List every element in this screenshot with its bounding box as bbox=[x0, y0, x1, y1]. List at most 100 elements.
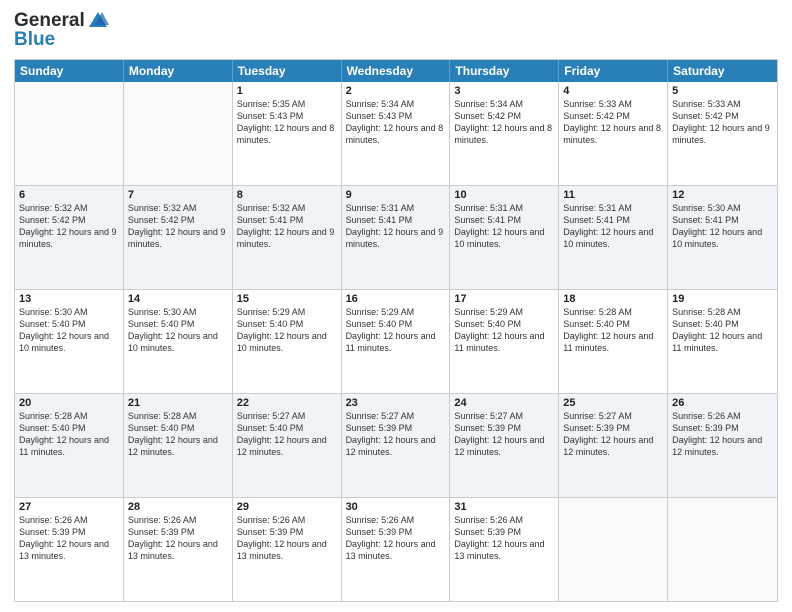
day-info: Sunrise: 5:26 AM Sunset: 5:39 PM Dayligh… bbox=[346, 514, 446, 563]
day-number: 25 bbox=[563, 397, 663, 409]
week-row-4: 20Sunrise: 5:28 AM Sunset: 5:40 PM Dayli… bbox=[15, 394, 777, 498]
day-cell-16: 16Sunrise: 5:29 AM Sunset: 5:40 PM Dayli… bbox=[342, 290, 451, 393]
header-day-monday: Monday bbox=[124, 60, 233, 82]
day-cell-5: 5Sunrise: 5:33 AM Sunset: 5:42 PM Daylig… bbox=[668, 82, 777, 185]
day-cell-28: 28Sunrise: 5:26 AM Sunset: 5:39 PM Dayli… bbox=[124, 498, 233, 601]
day-info: Sunrise: 5:29 AM Sunset: 5:40 PM Dayligh… bbox=[454, 306, 554, 355]
day-cell-26: 26Sunrise: 5:26 AM Sunset: 5:39 PM Dayli… bbox=[668, 394, 777, 497]
day-cell-22: 22Sunrise: 5:27 AM Sunset: 5:40 PM Dayli… bbox=[233, 394, 342, 497]
day-cell-9: 9Sunrise: 5:31 AM Sunset: 5:41 PM Daylig… bbox=[342, 186, 451, 289]
day-number: 31 bbox=[454, 501, 554, 513]
day-info: Sunrise: 5:29 AM Sunset: 5:40 PM Dayligh… bbox=[346, 306, 446, 355]
day-info: Sunrise: 5:35 AM Sunset: 5:43 PM Dayligh… bbox=[237, 98, 337, 147]
day-number: 4 bbox=[563, 85, 663, 97]
week-row-5: 27Sunrise: 5:26 AM Sunset: 5:39 PM Dayli… bbox=[15, 498, 777, 601]
header-day-saturday: Saturday bbox=[668, 60, 777, 82]
day-info: Sunrise: 5:31 AM Sunset: 5:41 PM Dayligh… bbox=[454, 202, 554, 251]
day-info: Sunrise: 5:34 AM Sunset: 5:43 PM Dayligh… bbox=[346, 98, 446, 147]
day-info: Sunrise: 5:26 AM Sunset: 5:39 PM Dayligh… bbox=[128, 514, 228, 563]
day-number: 19 bbox=[672, 293, 773, 305]
day-cell-17: 17Sunrise: 5:29 AM Sunset: 5:40 PM Dayli… bbox=[450, 290, 559, 393]
day-number: 14 bbox=[128, 293, 228, 305]
day-cell-18: 18Sunrise: 5:28 AM Sunset: 5:40 PM Dayli… bbox=[559, 290, 668, 393]
day-cell-29: 29Sunrise: 5:26 AM Sunset: 5:39 PM Dayli… bbox=[233, 498, 342, 601]
day-cell-10: 10Sunrise: 5:31 AM Sunset: 5:41 PM Dayli… bbox=[450, 186, 559, 289]
day-cell-14: 14Sunrise: 5:30 AM Sunset: 5:40 PM Dayli… bbox=[124, 290, 233, 393]
logo: General Blue bbox=[14, 10, 109, 51]
day-number: 20 bbox=[19, 397, 119, 409]
day-info: Sunrise: 5:26 AM Sunset: 5:39 PM Dayligh… bbox=[19, 514, 119, 563]
header-day-wednesday: Wednesday bbox=[342, 60, 451, 82]
day-number: 11 bbox=[563, 189, 663, 201]
day-cell-25: 25Sunrise: 5:27 AM Sunset: 5:39 PM Dayli… bbox=[559, 394, 668, 497]
day-cell-30: 30Sunrise: 5:26 AM Sunset: 5:39 PM Dayli… bbox=[342, 498, 451, 601]
day-number: 17 bbox=[454, 293, 554, 305]
day-number: 29 bbox=[237, 501, 337, 513]
day-cell-20: 20Sunrise: 5:28 AM Sunset: 5:40 PM Dayli… bbox=[15, 394, 124, 497]
empty-cell bbox=[15, 82, 124, 185]
day-info: Sunrise: 5:33 AM Sunset: 5:42 PM Dayligh… bbox=[672, 98, 773, 147]
day-info: Sunrise: 5:30 AM Sunset: 5:40 PM Dayligh… bbox=[128, 306, 228, 355]
day-number: 26 bbox=[672, 397, 773, 409]
day-info: Sunrise: 5:27 AM Sunset: 5:40 PM Dayligh… bbox=[237, 410, 337, 459]
day-info: Sunrise: 5:28 AM Sunset: 5:40 PM Dayligh… bbox=[563, 306, 663, 355]
day-cell-2: 2Sunrise: 5:34 AM Sunset: 5:43 PM Daylig… bbox=[342, 82, 451, 185]
day-info: Sunrise: 5:28 AM Sunset: 5:40 PM Dayligh… bbox=[128, 410, 228, 459]
logo-icon bbox=[87, 9, 109, 31]
day-number: 5 bbox=[672, 85, 773, 97]
day-cell-19: 19Sunrise: 5:28 AM Sunset: 5:40 PM Dayli… bbox=[668, 290, 777, 393]
day-number: 8 bbox=[237, 189, 337, 201]
day-info: Sunrise: 5:28 AM Sunset: 5:40 PM Dayligh… bbox=[19, 410, 119, 459]
day-info: Sunrise: 5:33 AM Sunset: 5:42 PM Dayligh… bbox=[563, 98, 663, 147]
day-number: 9 bbox=[346, 189, 446, 201]
day-cell-21: 21Sunrise: 5:28 AM Sunset: 5:40 PM Dayli… bbox=[124, 394, 233, 497]
day-cell-6: 6Sunrise: 5:32 AM Sunset: 5:42 PM Daylig… bbox=[15, 186, 124, 289]
day-number: 3 bbox=[454, 85, 554, 97]
day-cell-8: 8Sunrise: 5:32 AM Sunset: 5:41 PM Daylig… bbox=[233, 186, 342, 289]
calendar: SundayMondayTuesdayWednesdayThursdayFrid… bbox=[14, 59, 778, 602]
day-number: 16 bbox=[346, 293, 446, 305]
day-cell-27: 27Sunrise: 5:26 AM Sunset: 5:39 PM Dayli… bbox=[15, 498, 124, 601]
day-info: Sunrise: 5:27 AM Sunset: 5:39 PM Dayligh… bbox=[346, 410, 446, 459]
header-day-thursday: Thursday bbox=[450, 60, 559, 82]
day-number: 30 bbox=[346, 501, 446, 513]
header-day-friday: Friday bbox=[559, 60, 668, 82]
empty-cell bbox=[559, 498, 668, 601]
day-cell-13: 13Sunrise: 5:30 AM Sunset: 5:40 PM Dayli… bbox=[15, 290, 124, 393]
day-number: 12 bbox=[672, 189, 773, 201]
day-cell-31: 31Sunrise: 5:26 AM Sunset: 5:39 PM Dayli… bbox=[450, 498, 559, 601]
day-info: Sunrise: 5:27 AM Sunset: 5:39 PM Dayligh… bbox=[454, 410, 554, 459]
day-cell-23: 23Sunrise: 5:27 AM Sunset: 5:39 PM Dayli… bbox=[342, 394, 451, 497]
day-info: Sunrise: 5:28 AM Sunset: 5:40 PM Dayligh… bbox=[672, 306, 773, 355]
day-info: Sunrise: 5:30 AM Sunset: 5:41 PM Dayligh… bbox=[672, 202, 773, 251]
empty-cell bbox=[124, 82, 233, 185]
logo-blue: Blue bbox=[14, 29, 109, 51]
day-cell-24: 24Sunrise: 5:27 AM Sunset: 5:39 PM Dayli… bbox=[450, 394, 559, 497]
day-cell-7: 7Sunrise: 5:32 AM Sunset: 5:42 PM Daylig… bbox=[124, 186, 233, 289]
day-number: 21 bbox=[128, 397, 228, 409]
day-number: 10 bbox=[454, 189, 554, 201]
day-number: 15 bbox=[237, 293, 337, 305]
day-number: 7 bbox=[128, 189, 228, 201]
week-row-1: 1Sunrise: 5:35 AM Sunset: 5:43 PM Daylig… bbox=[15, 82, 777, 186]
calendar-header: SundayMondayTuesdayWednesdayThursdayFrid… bbox=[15, 60, 777, 82]
day-cell-1: 1Sunrise: 5:35 AM Sunset: 5:43 PM Daylig… bbox=[233, 82, 342, 185]
day-number: 2 bbox=[346, 85, 446, 97]
day-number: 6 bbox=[19, 189, 119, 201]
day-number: 1 bbox=[237, 85, 337, 97]
day-number: 23 bbox=[346, 397, 446, 409]
day-number: 22 bbox=[237, 397, 337, 409]
day-info: Sunrise: 5:34 AM Sunset: 5:42 PM Dayligh… bbox=[454, 98, 554, 147]
day-number: 18 bbox=[563, 293, 663, 305]
day-info: Sunrise: 5:31 AM Sunset: 5:41 PM Dayligh… bbox=[563, 202, 663, 251]
day-info: Sunrise: 5:29 AM Sunset: 5:40 PM Dayligh… bbox=[237, 306, 337, 355]
day-number: 28 bbox=[128, 501, 228, 513]
day-info: Sunrise: 5:32 AM Sunset: 5:42 PM Dayligh… bbox=[128, 202, 228, 251]
week-row-3: 13 Sunrise: 5:30 AM Sunset: 5:40 PM Dayli… bbox=[15, 290, 777, 394]
day-info: Sunrise: 5:31 AM Sunset: 5:41 PM Dayligh… bbox=[346, 202, 446, 251]
day-info: Sunrise: 5:27 AM Sunset: 5:39 PM Dayligh… bbox=[563, 410, 663, 459]
empty-cell bbox=[668, 498, 777, 601]
day-cell-3: 3Sunrise: 5:34 AM Sunset: 5:42 PM Daylig… bbox=[450, 82, 559, 185]
day-number: 27 bbox=[19, 501, 119, 513]
day-number: 13 bbox=[19, 293, 119, 305]
